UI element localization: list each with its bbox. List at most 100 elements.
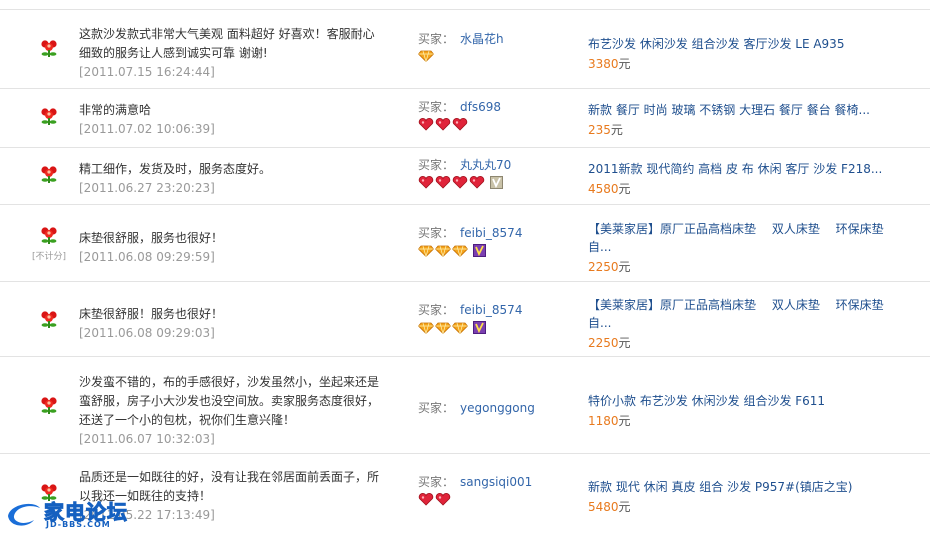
product-link[interactable]: 2011新款 现代简约 高档 皮 布 休闲 客厅 沙发 F218... xyxy=(588,160,904,178)
product-price: 2250元 xyxy=(588,258,904,276)
review-text: 床垫很舒服，服务也很好！ xyxy=(79,231,224,245)
buyer-credit-badges xyxy=(418,118,568,132)
heart-icon xyxy=(452,118,468,134)
review-row: 非常的满意哈 [2011.07.02 10:06:39] 买家： dfs698 新… xyxy=(0,89,930,148)
buyer-credit-badges xyxy=(418,176,568,190)
review-text: 精工细作，发货及时，服务态度好。 xyxy=(79,162,272,176)
price-unit: 元 xyxy=(618,260,631,274)
review-time: [2011.06.08 09:29:03] xyxy=(79,326,215,340)
price-unit: 元 xyxy=(618,414,631,428)
buyer-label: 买家： xyxy=(418,100,455,114)
review-text: 床垫很舒服！服务也很好！ xyxy=(79,307,224,321)
product-link[interactable]: 【美莱家居】原厂正品高档床垫 双人床垫 环保床垫 自... xyxy=(588,220,904,256)
review-comment: 精工细作，发货及时，服务态度好。 [2011.06.27 23:20:23] xyxy=(79,160,379,198)
review-comment: 沙发蛮不错的，布的手感很好，沙发虽然小，坐起来还是蛮舒服，房子小大沙发也没空间放… xyxy=(79,373,379,449)
buyer-label: 买家： xyxy=(418,401,455,415)
no-score-note: [不计分] xyxy=(31,252,67,262)
review-text: 这款沙发款式非常大气美观 面料超好 好喜欢！客服耐心细致的服务让人感到诚实可靠 … xyxy=(79,27,375,60)
product-link[interactable]: 新款 餐厅 时尚 玻璃 不锈钢 大理石 餐厅 餐台 餐椅... xyxy=(588,101,904,119)
v-badge-icon xyxy=(489,176,503,192)
heart-icon xyxy=(435,176,451,192)
product-link[interactable]: 【美莱家居】原厂正品高档床垫 双人床垫 环保床垫 自... xyxy=(588,296,904,332)
diamond-icon xyxy=(451,322,469,337)
good-rating-flower-icon xyxy=(39,309,59,328)
diamond-icon xyxy=(417,50,435,65)
product-price: 3380元 xyxy=(588,55,904,73)
buyer-name-link[interactable]: feibi_8574 xyxy=(460,303,522,317)
heart-icon xyxy=(469,176,485,192)
buyer-info: 买家： 水晶花h xyxy=(417,30,568,65)
product-link[interactable]: 新款 现代 休闲 真皮 组合 沙发 P957#(镇店之宝) xyxy=(588,478,904,496)
good-rating-flower-icon xyxy=(39,395,59,414)
review-time: [2011.06.07 10:32:03] xyxy=(79,432,215,446)
product-info: 【美莱家居】原厂正品高档床垫 双人床垫 环保床垫 自... 2250元 xyxy=(588,296,904,352)
review-row: 床垫很舒服！服务也很好！ [2011.06.08 09:29:03] 买家： fe… xyxy=(0,282,930,357)
product-info: 布艺沙发 休闲沙发 组合沙发 客厅沙发 LE A935 3380元 xyxy=(588,35,904,73)
buyer-name-link[interactable]: sangsiqi001 xyxy=(460,475,532,489)
review-row: 这款沙发款式非常大气美观 面料超好 好喜欢！客服耐心细致的服务让人感到诚实可靠 … xyxy=(0,9,930,89)
review-row: 精工细作，发货及时，服务态度好。 [2011.06.27 23:20:23] 买… xyxy=(0,148,930,205)
buyer-label: 买家： xyxy=(418,226,455,240)
price-unit: 元 xyxy=(610,123,623,137)
buyer-label: 买家： xyxy=(418,32,455,46)
review-time: [2011.07.02 10:06:39] xyxy=(79,122,215,136)
heart-icon xyxy=(435,493,451,509)
buyer-label: 买家： xyxy=(418,303,455,317)
price-value: 4580 xyxy=(588,182,619,196)
buyer-name-link[interactable]: feibi_8574 xyxy=(460,226,522,240)
buyer-credit-badges xyxy=(417,321,568,337)
good-rating-flower-icon xyxy=(39,38,59,57)
buyer-credit-badges xyxy=(417,244,568,260)
heart-icon xyxy=(418,118,434,134)
price-value: 2250 xyxy=(588,260,619,274)
review-comment: 床垫很舒服！服务也很好！ [2011.06.08 09:29:03] xyxy=(79,305,379,343)
buyer-name-link[interactable]: 丸丸丸70 xyxy=(460,158,511,172)
buyer-name-link[interactable]: 水晶花h xyxy=(460,32,504,46)
price-value: 5480 xyxy=(588,500,619,514)
price-value: 1180 xyxy=(588,414,619,428)
heart-icon xyxy=(418,493,434,509)
diamond-icon xyxy=(451,245,469,260)
heart-icon xyxy=(418,176,434,192)
product-price: 1180元 xyxy=(588,412,904,430)
buyer-info: 买家： yegonggong xyxy=(418,399,568,416)
product-price: 5480元 xyxy=(588,498,904,516)
buyer-info: 买家： 丸丸丸70 xyxy=(418,156,568,190)
heart-icon xyxy=(452,176,468,192)
product-info: 【美莱家居】原厂正品高档床垫 双人床垫 环保床垫 自... 2250元 xyxy=(588,220,904,276)
product-link[interactable]: 特价小款 布艺沙发 休闲沙发 组合沙发 F611 xyxy=(588,392,904,410)
price-unit: 元 xyxy=(618,182,631,196)
product-price: 235元 xyxy=(588,121,904,139)
v-badge-icon xyxy=(472,321,486,337)
diamond-icon xyxy=(417,245,435,260)
product-info: 新款 餐厅 时尚 玻璃 不锈钢 大理石 餐厅 餐台 餐椅... 235元 xyxy=(588,101,904,139)
review-text: 沙发蛮不错的，布的手感很好，沙发虽然小，坐起来还是蛮舒服，房子小大沙发也没空间放… xyxy=(79,375,380,427)
watermark-en: JD-BBS.COM xyxy=(46,520,111,529)
review-comment: 床垫很舒服，服务也很好！ [2011.06.08 09:29:59] xyxy=(79,229,379,267)
site-watermark-logo: 家电论坛 JD-BBS.COM xyxy=(0,496,130,532)
buyer-info: 买家： feibi_8574 xyxy=(417,224,568,260)
review-row: 品质还是一如既往的好，没有让我在邻居面前丢面子，所以我还一如既往的支持！ [20… xyxy=(0,454,930,532)
buyer-label: 买家： xyxy=(418,475,455,489)
good-rating-flower-icon xyxy=(39,106,59,125)
review-time: [2011.06.08 09:29:59] xyxy=(79,250,215,264)
price-unit: 元 xyxy=(618,57,631,71)
buyer-info: 买家： dfs698 xyxy=(418,98,568,132)
review-time: [2011.06.27 23:20:23] xyxy=(79,181,215,195)
price-value: 2250 xyxy=(588,336,619,350)
price-unit: 元 xyxy=(618,336,631,350)
review-comment: 非常的满意哈 [2011.07.02 10:06:39] xyxy=(79,101,379,139)
review-comment: 这款沙发款式非常大气美观 面料超好 好喜欢！客服耐心细致的服务让人感到诚实可靠 … xyxy=(79,25,379,82)
buyer-label: 买家： xyxy=(418,158,455,172)
buyer-name-link[interactable]: yegonggong xyxy=(460,401,535,415)
buyer-info: 买家： feibi_8574 xyxy=(417,301,568,337)
buyer-info: 买家： sangsiqi001 xyxy=(418,473,568,507)
product-link[interactable]: 布艺沙发 休闲沙发 组合沙发 客厅沙发 LE A935 xyxy=(588,35,904,53)
product-price: 4580元 xyxy=(588,180,904,198)
v-badge-icon xyxy=(472,244,486,260)
buyer-name-link[interactable]: dfs698 xyxy=(460,100,501,114)
buyer-credit-badges xyxy=(417,50,568,65)
review-list: 这款沙发款式非常大气美观 面料超好 好喜欢！客服耐心细致的服务让人感到诚实可靠 … xyxy=(0,0,930,532)
swirl-logo-icon xyxy=(4,498,44,533)
review-text: 非常的满意哈 xyxy=(79,103,152,117)
